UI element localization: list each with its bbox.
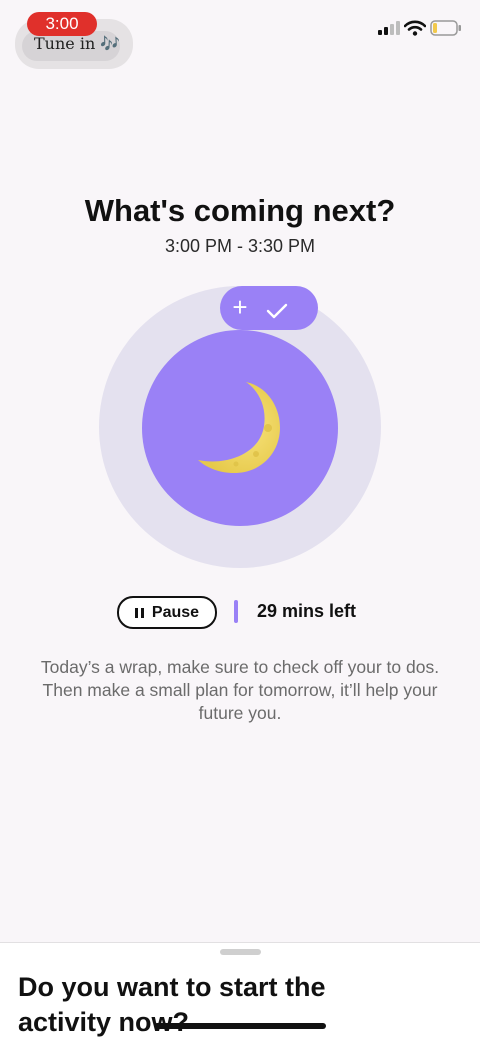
time-remaining: 29 mins left	[257, 601, 357, 621]
page-title: What's coming next?	[84, 193, 396, 228]
home-indicator[interactable]	[154, 1023, 326, 1029]
now-playing-label: Tune in 🎶	[34, 34, 121, 53]
time-range: 3:00 PM - 3:30 PM	[164, 236, 316, 256]
status-time: 3:00	[27, 12, 97, 36]
pause-label: Pause	[151, 603, 200, 621]
pause-button[interactable]: Pause	[117, 596, 217, 629]
status-bar: Tune in 🎶 3:00	[0, 0, 480, 70]
divider	[234, 600, 238, 623]
sheet-title: Do you want to start the activity now?	[18, 972, 326, 1037]
pause-icon	[134, 607, 144, 618]
moon-icon	[198, 382, 280, 474]
cellular-signal-icon	[378, 21, 400, 35]
wifi-icon	[404, 20, 426, 36]
battery-icon	[430, 20, 461, 36]
add-icon[interactable]: +	[229, 293, 251, 321]
activity-description: Today’s a wrap, make sure to check off y…	[40, 657, 440, 723]
sheet-drag-handle[interactable]	[220, 949, 261, 955]
check-icon[interactable]	[266, 302, 288, 320]
